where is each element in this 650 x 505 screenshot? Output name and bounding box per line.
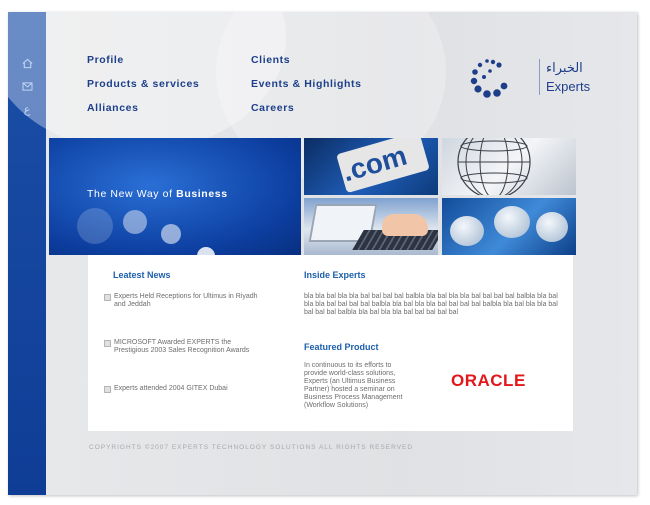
logo-divider [539, 59, 540, 95]
inside-experts-text: bla bla bal bla bla bal bal bal bal balb… [304, 293, 558, 316]
photo-hands [382, 214, 428, 236]
banner-tagline: The New Way of Business [87, 188, 228, 200]
logo-arabic-text: الخبراء [546, 61, 583, 76]
photo-disc [494, 206, 530, 238]
banner-tagline-prefix: The New Way of [87, 188, 173, 200]
page-frame: ع Profile Products & services Alliances … [8, 12, 637, 495]
featured-product-title: Featured Product [304, 342, 379, 352]
banner-bubble [77, 208, 113, 244]
oracle-logo[interactable]: ORACLE [451, 371, 526, 391]
nav-clients[interactable]: Clients [251, 54, 290, 66]
logo-dots-icon [470, 59, 508, 98]
photo-glass-discs [442, 198, 576, 255]
nav-products-services[interactable]: Products & services [87, 78, 199, 90]
globe-wireframe-icon [457, 138, 531, 195]
photo-disc [536, 212, 568, 242]
main-area: Profile Products & services Alliances Cl… [8, 12, 637, 495]
nav-profile[interactable]: Profile [87, 54, 124, 66]
hero-banner: The New Way of Business [49, 138, 301, 255]
photo-dotcom: .com [304, 138, 438, 195]
bullet-icon [104, 386, 111, 393]
content-panel: Leatest News Experts Held Receptions for… [88, 255, 573, 431]
experts-logo[interactable]: الخبراء Experts [466, 57, 616, 107]
inside-experts-title: Inside Experts [304, 270, 366, 280]
latest-news-title: Leatest News [113, 270, 171, 280]
photo-globe [442, 138, 576, 195]
bullet-icon [104, 294, 111, 301]
photo-disc [450, 216, 484, 246]
bullet-icon [104, 340, 111, 347]
nav-careers[interactable]: Careers [251, 102, 294, 114]
nav-events-highlights[interactable]: Events & Highlights [251, 78, 362, 90]
news-item[interactable]: Experts attended 2004 GITEX Dubai [104, 385, 264, 393]
news-item[interactable]: Experts Held Receptions for Ultimus in R… [104, 293, 264, 309]
featured-product-text: In continuous to its efforts to provide … [304, 362, 403, 409]
logo-english-text: Experts [546, 79, 591, 94]
nav-alliances[interactable]: Alliances [87, 102, 139, 114]
photo-keyboard [304, 198, 438, 255]
banner-tagline-bold: Business [176, 188, 228, 200]
banner-bubble [161, 224, 181, 244]
copyright-text: COPYRIGHTS ©2007 EXPERTS TECHNOLOGY SOLU… [89, 444, 414, 451]
news-item[interactable]: MICROSOFT Awarded EXPERTS the Prestigiou… [104, 339, 264, 355]
banner-bubble [123, 210, 147, 234]
